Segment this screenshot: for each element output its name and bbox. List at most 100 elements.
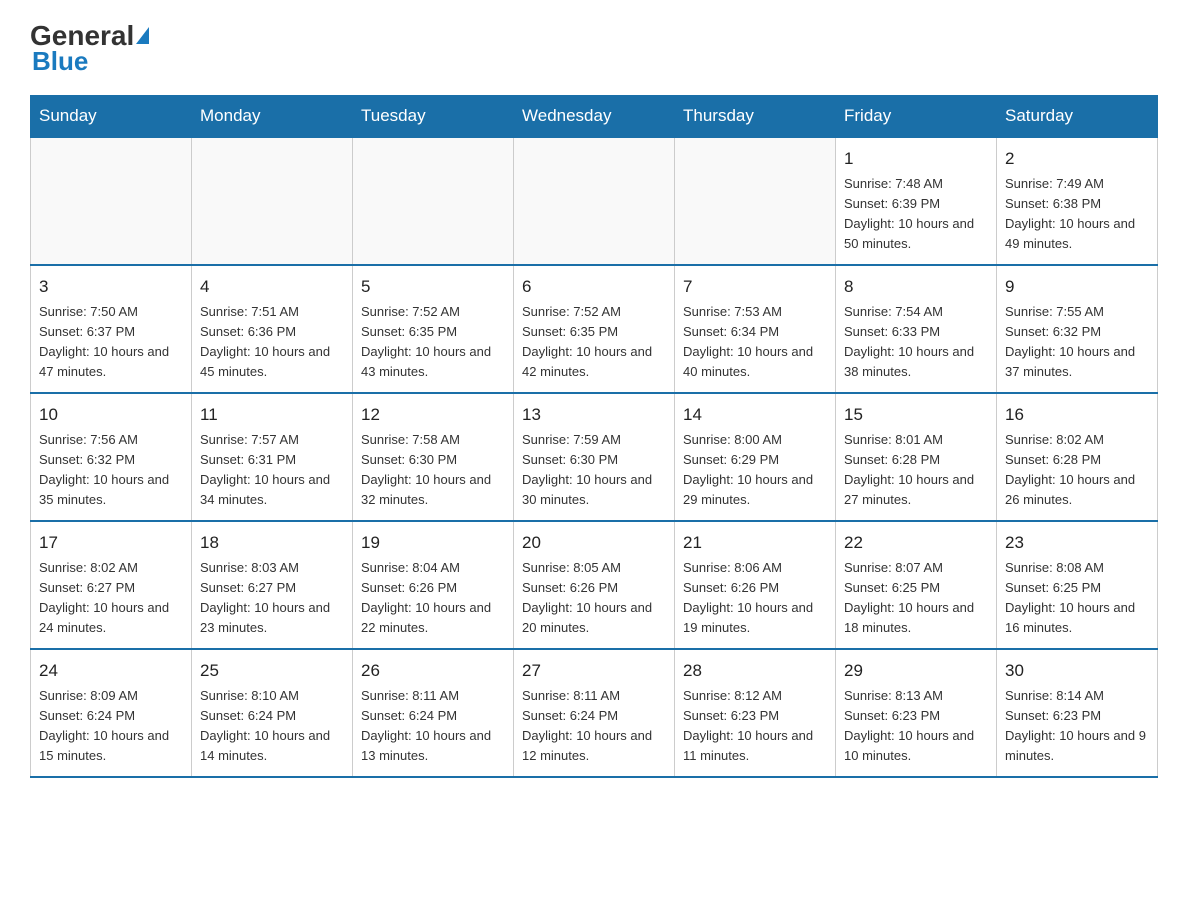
calendar-cell: 22Sunrise: 8:07 AMSunset: 6:25 PMDayligh… [836,521,997,649]
day-info: Sunrise: 7:52 AMSunset: 6:35 PMDaylight:… [522,302,666,383]
calendar-cell: 8Sunrise: 7:54 AMSunset: 6:33 PMDaylight… [836,265,997,393]
day-info: Sunrise: 7:54 AMSunset: 6:33 PMDaylight:… [844,302,988,383]
day-info: Sunrise: 8:05 AMSunset: 6:26 PMDaylight:… [522,558,666,639]
calendar-cell: 12Sunrise: 7:58 AMSunset: 6:30 PMDayligh… [353,393,514,521]
page-header: General Blue [30,20,1158,77]
calendar-header-row: SundayMondayTuesdayWednesdayThursdayFrid… [31,96,1158,138]
day-number: 18 [200,530,344,556]
day-info: Sunrise: 8:00 AMSunset: 6:29 PMDaylight:… [683,430,827,511]
day-number: 11 [200,402,344,428]
day-number: 20 [522,530,666,556]
day-number: 3 [39,274,183,300]
day-info: Sunrise: 8:12 AMSunset: 6:23 PMDaylight:… [683,686,827,767]
logo-blue-text: Blue [30,46,88,77]
calendar-cell: 28Sunrise: 8:12 AMSunset: 6:23 PMDayligh… [675,649,836,777]
day-info: Sunrise: 7:55 AMSunset: 6:32 PMDaylight:… [1005,302,1149,383]
calendar-cell: 17Sunrise: 8:02 AMSunset: 6:27 PMDayligh… [31,521,192,649]
calendar-cell: 2Sunrise: 7:49 AMSunset: 6:38 PMDaylight… [997,137,1158,265]
calendar-cell: 20Sunrise: 8:05 AMSunset: 6:26 PMDayligh… [514,521,675,649]
calendar-cell: 1Sunrise: 7:48 AMSunset: 6:39 PMDaylight… [836,137,997,265]
day-header-sunday: Sunday [31,96,192,138]
logo-triangle-icon [136,27,149,44]
calendar-cell: 6Sunrise: 7:52 AMSunset: 6:35 PMDaylight… [514,265,675,393]
day-number: 15 [844,402,988,428]
day-info: Sunrise: 7:59 AMSunset: 6:30 PMDaylight:… [522,430,666,511]
calendar-cell: 16Sunrise: 8:02 AMSunset: 6:28 PMDayligh… [997,393,1158,521]
day-info: Sunrise: 8:14 AMSunset: 6:23 PMDaylight:… [1005,686,1149,767]
day-header-saturday: Saturday [997,96,1158,138]
calendar-cell: 19Sunrise: 8:04 AMSunset: 6:26 PMDayligh… [353,521,514,649]
calendar-cell: 14Sunrise: 8:00 AMSunset: 6:29 PMDayligh… [675,393,836,521]
calendar-cell: 30Sunrise: 8:14 AMSunset: 6:23 PMDayligh… [997,649,1158,777]
day-header-friday: Friday [836,96,997,138]
calendar-table: SundayMondayTuesdayWednesdayThursdayFrid… [30,95,1158,778]
calendar-cell [192,137,353,265]
day-number: 22 [844,530,988,556]
calendar-cell: 29Sunrise: 8:13 AMSunset: 6:23 PMDayligh… [836,649,997,777]
calendar-week-row: 1Sunrise: 7:48 AMSunset: 6:39 PMDaylight… [31,137,1158,265]
day-info: Sunrise: 7:52 AMSunset: 6:35 PMDaylight:… [361,302,505,383]
day-header-wednesday: Wednesday [514,96,675,138]
calendar-cell: 25Sunrise: 8:10 AMSunset: 6:24 PMDayligh… [192,649,353,777]
day-number: 17 [39,530,183,556]
calendar-week-row: 3Sunrise: 7:50 AMSunset: 6:37 PMDaylight… [31,265,1158,393]
calendar-cell: 27Sunrise: 8:11 AMSunset: 6:24 PMDayligh… [514,649,675,777]
day-number: 25 [200,658,344,684]
day-number: 26 [361,658,505,684]
day-number: 23 [1005,530,1149,556]
day-number: 6 [522,274,666,300]
calendar-cell: 21Sunrise: 8:06 AMSunset: 6:26 PMDayligh… [675,521,836,649]
calendar-cell: 4Sunrise: 7:51 AMSunset: 6:36 PMDaylight… [192,265,353,393]
day-info: Sunrise: 8:11 AMSunset: 6:24 PMDaylight:… [361,686,505,767]
calendar-cell: 18Sunrise: 8:03 AMSunset: 6:27 PMDayligh… [192,521,353,649]
day-number: 29 [844,658,988,684]
calendar-week-row: 17Sunrise: 8:02 AMSunset: 6:27 PMDayligh… [31,521,1158,649]
day-info: Sunrise: 8:02 AMSunset: 6:27 PMDaylight:… [39,558,183,639]
day-number: 13 [522,402,666,428]
day-info: Sunrise: 8:02 AMSunset: 6:28 PMDaylight:… [1005,430,1149,511]
calendar-cell [514,137,675,265]
day-number: 14 [683,402,827,428]
calendar-week-row: 10Sunrise: 7:56 AMSunset: 6:32 PMDayligh… [31,393,1158,521]
calendar-cell: 10Sunrise: 7:56 AMSunset: 6:32 PMDayligh… [31,393,192,521]
calendar-cell: 5Sunrise: 7:52 AMSunset: 6:35 PMDaylight… [353,265,514,393]
day-number: 2 [1005,146,1149,172]
day-info: Sunrise: 8:08 AMSunset: 6:25 PMDaylight:… [1005,558,1149,639]
day-info: Sunrise: 7:58 AMSunset: 6:30 PMDaylight:… [361,430,505,511]
day-info: Sunrise: 8:01 AMSunset: 6:28 PMDaylight:… [844,430,988,511]
calendar-cell: 24Sunrise: 8:09 AMSunset: 6:24 PMDayligh… [31,649,192,777]
day-info: Sunrise: 7:51 AMSunset: 6:36 PMDaylight:… [200,302,344,383]
day-info: Sunrise: 7:49 AMSunset: 6:38 PMDaylight:… [1005,174,1149,255]
day-info: Sunrise: 8:07 AMSunset: 6:25 PMDaylight:… [844,558,988,639]
logo: General Blue [30,20,149,77]
day-number: 4 [200,274,344,300]
day-number: 5 [361,274,505,300]
calendar-cell: 7Sunrise: 7:53 AMSunset: 6:34 PMDaylight… [675,265,836,393]
day-info: Sunrise: 7:57 AMSunset: 6:31 PMDaylight:… [200,430,344,511]
calendar-cell [675,137,836,265]
calendar-cell [31,137,192,265]
day-info: Sunrise: 8:04 AMSunset: 6:26 PMDaylight:… [361,558,505,639]
calendar-cell: 9Sunrise: 7:55 AMSunset: 6:32 PMDaylight… [997,265,1158,393]
day-info: Sunrise: 8:11 AMSunset: 6:24 PMDaylight:… [522,686,666,767]
day-number: 7 [683,274,827,300]
calendar-cell [353,137,514,265]
day-number: 9 [1005,274,1149,300]
calendar-week-row: 24Sunrise: 8:09 AMSunset: 6:24 PMDayligh… [31,649,1158,777]
day-number: 28 [683,658,827,684]
day-number: 12 [361,402,505,428]
day-number: 24 [39,658,183,684]
calendar-cell: 26Sunrise: 8:11 AMSunset: 6:24 PMDayligh… [353,649,514,777]
day-number: 30 [1005,658,1149,684]
day-number: 16 [1005,402,1149,428]
day-info: Sunrise: 7:48 AMSunset: 6:39 PMDaylight:… [844,174,988,255]
day-header-monday: Monday [192,96,353,138]
day-number: 8 [844,274,988,300]
calendar-cell: 11Sunrise: 7:57 AMSunset: 6:31 PMDayligh… [192,393,353,521]
day-info: Sunrise: 8:10 AMSunset: 6:24 PMDaylight:… [200,686,344,767]
day-header-thursday: Thursday [675,96,836,138]
day-number: 21 [683,530,827,556]
calendar-cell: 15Sunrise: 8:01 AMSunset: 6:28 PMDayligh… [836,393,997,521]
day-number: 27 [522,658,666,684]
day-info: Sunrise: 8:06 AMSunset: 6:26 PMDaylight:… [683,558,827,639]
